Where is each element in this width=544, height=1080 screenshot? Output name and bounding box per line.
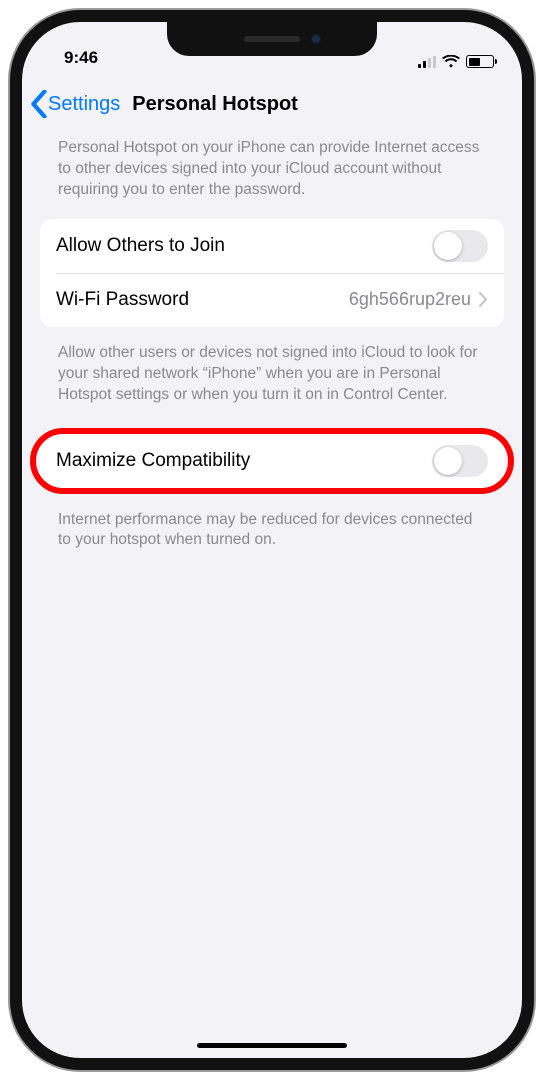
allow-others-toggle[interactable] (432, 230, 488, 262)
phone-frame: 9:46 Settings Personal Hotspot Personal … (10, 10, 534, 1070)
maximize-compatibility-row[interactable]: Maximize Compatibility (40, 434, 504, 488)
group2-footer: Internet performance may be reduced for … (40, 496, 504, 562)
chevron-left-icon (28, 90, 50, 118)
allow-others-row[interactable]: Allow Others to Join (40, 219, 504, 273)
group1-footer: Allow other users or devices not signed … (40, 337, 504, 416)
home-indicator[interactable] (197, 1043, 347, 1048)
back-button[interactable]: Settings (28, 90, 120, 118)
nav-bar: Settings Personal Hotspot (22, 76, 522, 132)
status-time: 9:46 (56, 48, 98, 72)
wifi-password-label: Wi-Fi Password (56, 289, 349, 311)
back-label: Settings (48, 93, 120, 116)
maximize-compatibility-toggle[interactable] (432, 445, 488, 477)
settings-group-1: Allow Others to Join Wi-Fi Password 6gh5… (40, 219, 504, 327)
intro-text: Personal Hotspot on your iPhone can prov… (40, 132, 504, 211)
maximize-compatibility-label: Maximize Compatibility (56, 450, 432, 472)
wifi-password-row[interactable]: Wi-Fi Password 6gh566rup2reu (40, 273, 504, 327)
highlighted-setting: Maximize Compatibility (34, 434, 510, 488)
wifi-password-value: 6gh566rup2reu (349, 289, 471, 310)
battery-icon (466, 55, 494, 68)
screen: 9:46 Settings Personal Hotspot Personal … (22, 22, 522, 1058)
allow-others-label: Allow Others to Join (56, 235, 432, 257)
wifi-icon (442, 55, 460, 68)
chevron-right-icon (479, 292, 488, 307)
device-notch (167, 22, 377, 56)
cellular-signal-icon (418, 56, 436, 68)
page-title: Personal Hotspot (132, 93, 298, 116)
